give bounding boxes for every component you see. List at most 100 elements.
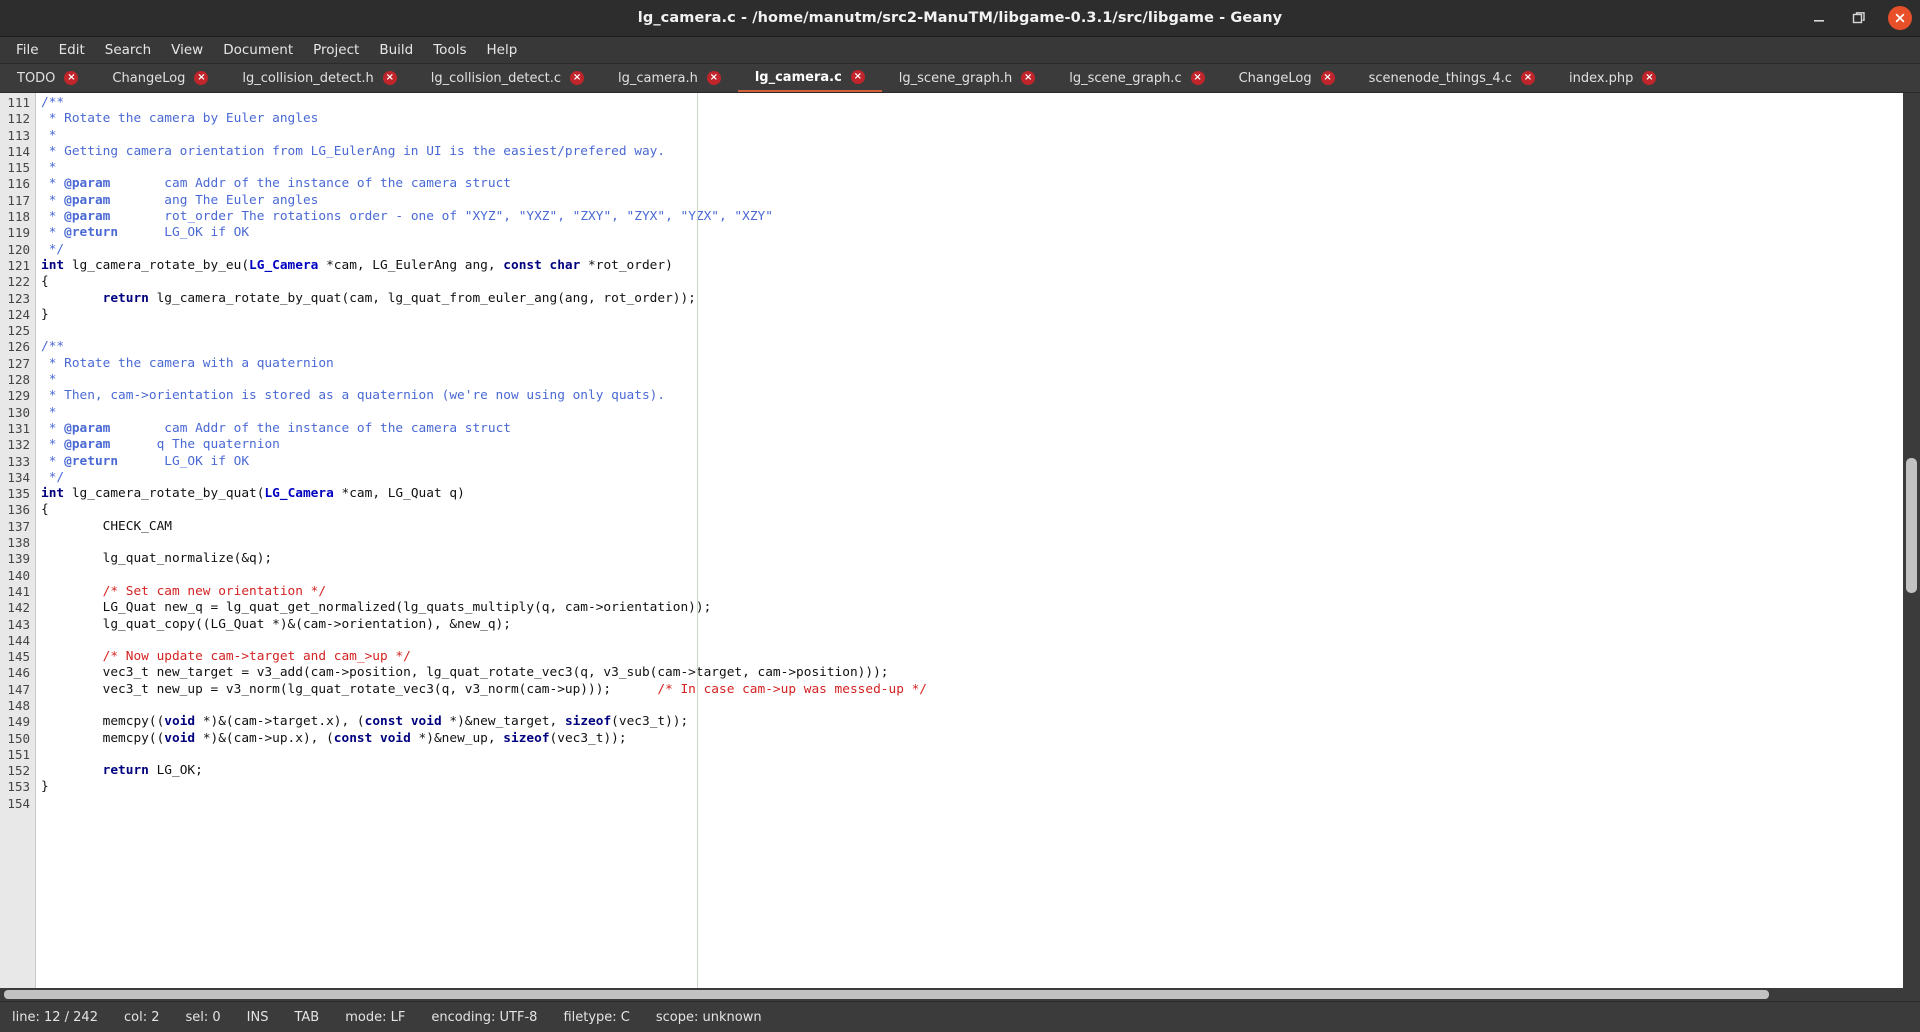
vertical-scrollbar[interactable] [1903,93,1920,988]
menu-item-help[interactable]: Help [477,39,528,61]
code-line: int lg_camera_rotate_by_eu(LG_Camera *ca… [41,258,1903,274]
line-number: 152 [7,763,30,779]
tab-changelog[interactable]: ChangeLog × [1222,64,1352,92]
line-number: 130 [7,404,30,420]
menu-item-project[interactable]: Project [303,39,369,61]
code-line: LG_Quat new_q = lg_quat_get_normalized(l… [41,600,1903,616]
tab-lg-camera-c[interactable]: lg_camera.c × [737,64,882,92]
line-number: 150 [7,730,30,746]
code-line: } [41,307,1903,323]
tab-lg-camera-h[interactable]: lg_camera.h × [601,64,738,92]
tab-close-icon[interactable]: × [382,71,397,85]
vertical-scrollbar-thumb[interactable] [1906,458,1917,593]
tab-label: lg_collision_detect.h [242,70,374,86]
horizontal-scrollbar-thumb[interactable] [4,990,1769,999]
editor-area: 111 112 113 114 115 116 117 118 119 120 121 122 123 1… [0,93,1920,988]
code-token: @param [64,420,111,436]
code-line: * @return LG_OK if OK [41,454,1903,470]
code-line: } [41,779,1903,795]
tab-close-icon[interactable]: × [706,71,721,85]
tab-close-icon[interactable]: × [1021,71,1036,85]
tab-close-icon[interactable]: × [1320,71,1335,85]
code-line: lg_quat_normalize(&q); [41,551,1903,567]
tab-index-php[interactable]: index.php × [1552,64,1673,92]
tab-lg-scene-graph-c[interactable]: lg_scene_graph.c × [1052,64,1221,92]
line-number: 128 [7,372,30,388]
code-token: * [41,420,65,436]
tab-scenenode-things-4-c[interactable]: scenenode_things_4.c × [1352,64,1552,92]
code-token: @return [64,225,119,241]
tab-changelog[interactable]: ChangeLog × [95,64,225,92]
code-token: /** [41,95,65,110]
code-token: * [41,160,57,176]
line-number: 151 [7,746,30,762]
code-line: * @param cam Addr of the instance of the… [41,421,1903,437]
tab-lg-collision-detect-h[interactable]: lg_collision_detect.h × [225,64,413,92]
tab-todo[interactable]: TODO × [0,64,95,92]
tab-close-icon[interactable]: × [1642,71,1657,85]
code-token: * [41,437,65,453]
menu-item-view[interactable]: View [161,39,213,61]
status-item: col: 2 [123,1009,160,1025]
line-number: 135 [7,486,30,502]
tab-close-icon[interactable]: × [1520,71,1535,85]
tab-lg-collision-detect-c[interactable]: lg_collision_detect.c × [414,64,601,92]
status-item: scope: unknown [655,1009,762,1025]
tab-close-icon[interactable]: × [194,71,209,85]
code-line: * Rotate the camera by Euler angles [41,111,1903,127]
menu-item-file[interactable]: File [6,39,49,61]
horizontal-scrollbar[interactable] [0,988,1920,1001]
status-item: encoding: UTF-8 [431,1009,538,1025]
window-controls [1808,0,1912,36]
menu-item-search[interactable]: Search [95,39,161,61]
code-text[interactable]: /** * Rotate the camera by Euler angles … [36,93,1903,988]
tab-label: TODO [17,70,56,86]
minimize-icon[interactable] [1808,7,1830,29]
code-token: LG_Camera [249,257,319,273]
line-number: 118 [7,209,30,225]
code-token: lg_camera_rotate_by_eu( [64,257,250,273]
menu-item-edit[interactable]: Edit [49,39,95,61]
menu-item-tools[interactable]: Tools [423,39,476,61]
maximize-icon[interactable] [1848,7,1870,29]
code-token: @param [64,176,111,192]
tab-close-icon[interactable]: × [1190,71,1205,85]
line-number: 149 [7,714,30,730]
code-line: lg_quat_copy((LG_Quat *)&(cam->orientati… [41,617,1903,633]
line-number: 148 [7,697,30,713]
menu-item-build[interactable]: Build [369,39,423,61]
status-item: line: 12 / 242 [12,1009,98,1025]
line-number: 119 [7,225,30,241]
code-token: { [41,502,49,518]
code-line: return LG_OK; [41,763,1903,779]
line-number: 111 [7,95,30,110]
code-line: * Rotate the camera with a quaternion [41,356,1903,372]
menu-bar: File Edit Search View Document Project B… [0,37,1920,64]
code-token: { [41,274,49,290]
code-token: const char [503,257,581,273]
tab-lg-scene-graph-h[interactable]: lg_scene_graph.h × [882,64,1052,92]
tab-label: lg_scene_graph.c [1069,70,1182,86]
code-token: *)&(cam->up.x), ( [195,730,334,746]
code-editor[interactable]: 111 112 113 114 115 116 117 118 119 120 121 122 123 1… [0,93,1903,988]
line-number: 136 [7,502,30,518]
tab-close-icon[interactable]: × [850,70,865,84]
line-number: 142 [7,600,30,616]
code-token: */ [41,241,65,257]
tab-close-icon[interactable]: × [570,71,585,85]
tab-close-icon[interactable]: × [64,71,79,85]
line-number: 140 [7,567,30,583]
line-number: 141 [7,583,30,599]
code-token: * [41,176,65,192]
code-token: /* Now update cam->target and cam_>up */ [102,649,411,665]
code-line: vec3_t new_up = v3_norm(lg_quat_rotate_v… [41,682,1903,698]
code-token: */ [41,469,65,485]
menu-item-document[interactable]: Document [213,39,303,61]
code-token: LG_OK if OK [118,225,250,241]
close-icon[interactable] [1888,6,1912,30]
code-token: int [41,257,65,273]
